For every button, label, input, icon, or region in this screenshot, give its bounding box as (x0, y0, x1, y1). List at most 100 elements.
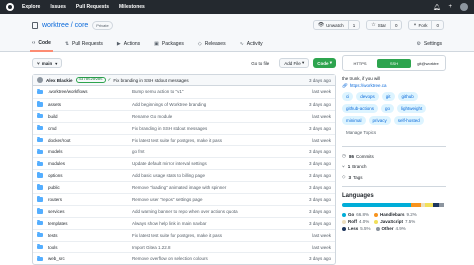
logo-icon[interactable] (6, 3, 14, 11)
nav-explore[interactable]: Explore (22, 4, 40, 10)
file-commit-message[interactable]: Rename Go module (132, 114, 291, 119)
file-name[interactable]: assets (48, 102, 132, 107)
branch-selector[interactable]: ⑂ main ▾ (32, 58, 63, 68)
branches-stat[interactable]: ⑂ 1 Branch (342, 164, 446, 169)
file-commit-message[interactable]: Fix latest test suite for postgres, make… (132, 138, 291, 143)
file-row[interactable]: .worktree/workflows Bump semu action to "… (33, 86, 335, 98)
add-file-button[interactable]: Add File ▾ (279, 58, 310, 68)
file-commit-message[interactable]: Remove user "repos" settings page (132, 197, 291, 202)
file-row[interactable]: web_src Remove overflow on selection colo… (33, 252, 335, 264)
language-item[interactable]: Other 4.9% (375, 225, 406, 232)
file-name[interactable]: build (48, 114, 132, 119)
tags-stat[interactable]: ◇ 3 Tags (342, 174, 446, 180)
file-name[interactable]: cmd (48, 126, 132, 131)
folder-icon (37, 208, 43, 214)
commit-author[interactable]: Alex Blackie (46, 78, 73, 83)
file-row[interactable]: build Rename Go module last week (33, 109, 335, 122)
file-commit-message[interactable]: Fix latest test suite for postgres, make… (132, 233, 291, 238)
tab-pull-requests[interactable]: ⇅ Pull Requests (63, 36, 105, 52)
language-item[interactable]: Handlebars 9.2% (374, 211, 417, 218)
topic-tag[interactable]: go (381, 104, 395, 113)
repo-description: the trunk, if you will (342, 76, 381, 81)
website-link[interactable]: 🔗︎ https://worktree.ca (342, 82, 446, 89)
file-row[interactable]: public Remove "loading" animated image wi… (33, 181, 335, 193)
topic-tag[interactable]: self-hosted (393, 116, 424, 125)
file-row[interactable]: modules Update default mirror interval se… (33, 157, 335, 169)
fork-button[interactable]: ⑂ Fork 0 (408, 20, 444, 30)
unwatch-button[interactable]: 👁︎ Unwatch 1 (312, 20, 361, 30)
plus-icon[interactable]: + (448, 4, 452, 10)
clone-tab-https[interactable]: HTTPS (343, 59, 377, 68)
topic-tag[interactable]: github-actions (342, 104, 379, 113)
code-button[interactable]: Code ▾ (313, 58, 336, 68)
file-row[interactable]: models go fmt 3 days ago (33, 145, 335, 157)
file-commit-message[interactable]: Add beginnings of Worktree branding (132, 102, 291, 107)
file-commit-message[interactable]: Update default mirror interval settings (132, 161, 291, 166)
pulse-icon: ∿ (239, 41, 244, 47)
topic-tag[interactable]: lightweight (397, 104, 427, 113)
commits-stat[interactable]: ◷ 86 Commits (342, 153, 446, 159)
nav-issues[interactable]: Issues (50, 4, 66, 10)
tab-code[interactable]: ‹› Code (30, 36, 53, 52)
nav-pull-requests[interactable]: Pull Requests (76, 4, 109, 10)
file-row[interactable]: docker/root Fix latest test suite for pos… (33, 133, 335, 146)
file-commit-message[interactable]: Add warning banner to repo when over act… (132, 209, 291, 214)
topic-tag[interactable]: ci (342, 92, 354, 101)
file-name[interactable]: web_src (48, 256, 132, 261)
file-commit-message[interactable]: Remove "loading" animated image with spi… (132, 185, 291, 190)
folder-icon (37, 136, 43, 143)
file-commit-message[interactable]: Bump semu action to "v1" (132, 89, 291, 94)
file-name[interactable]: tests (48, 233, 132, 238)
language-item[interactable]: Go 66.8% (342, 211, 369, 218)
nav-milestones[interactable]: Milestones (119, 4, 145, 10)
topic-tag[interactable]: github (397, 92, 418, 101)
file-name[interactable]: tools (48, 245, 132, 250)
repo-title[interactable]: worktree / core (42, 22, 88, 29)
file-row[interactable]: tools Import Gitea 1.22.8 last week (33, 240, 335, 253)
file-name[interactable]: routers (48, 197, 132, 202)
clone-url[interactable]: git@worktre (411, 59, 445, 68)
tab-activity[interactable]: ∿ Activity (238, 36, 265, 52)
commit-message[interactable]: Fix branding in SSH stdout messages (113, 78, 309, 83)
language-item[interactable]: Less 5.5% (342, 225, 371, 232)
topic-tag[interactable]: devops (356, 92, 379, 101)
file-row[interactable]: cmd Fix branding in SSH stdout messages 3 … (33, 121, 335, 134)
clone-tab-ssh[interactable]: SSH (377, 58, 411, 68)
tab-settings[interactable]: ⚙ Settings (414, 36, 444, 52)
file-name[interactable]: models (48, 149, 132, 154)
file-row[interactable]: services Add warning banner to repo when … (33, 204, 335, 217)
topic-tag[interactable]: git (381, 92, 395, 101)
bell-icon[interactable]: 🔔︎ (433, 4, 441, 11)
star-button[interactable]: ☆ Star 0 (366, 20, 403, 30)
tab-actions[interactable]: ▶ Actions (115, 36, 142, 52)
file-name[interactable]: .worktree/workflows (48, 89, 132, 94)
tab-packages[interactable]: ▣ Packages (152, 36, 186, 52)
language-item[interactable]: Roff 4.0% (342, 218, 369, 225)
file-row[interactable]: templates Always show help link in main n… (33, 216, 335, 229)
go-to-file-button[interactable]: Go to file (251, 61, 269, 66)
file-name[interactable]: public (48, 185, 132, 190)
star-icon: ☆ (371, 22, 376, 28)
language-item[interactable]: JavaScript 7.5% (374, 218, 415, 225)
file-row[interactable]: routers Remove user "repos" settings page… (33, 193, 335, 205)
file-name[interactable]: options (48, 173, 132, 178)
avatar[interactable] (460, 3, 468, 11)
tab-releases[interactable]: ◇ Releases (196, 36, 228, 52)
topic-tag[interactable]: privacy (368, 116, 391, 125)
file-commit-message[interactable]: Import Gitea 1.22.8 (132, 245, 291, 250)
file-commit-message[interactable]: Remove overflow on selection colours (132, 256, 291, 261)
file-commit-message[interactable]: Add basic usage stats to billing page (132, 173, 291, 178)
file-commit-message[interactable]: Fix branding in SSH stdout messages (132, 126, 291, 131)
file-name[interactable]: templates (48, 221, 132, 226)
file-row[interactable]: options Add basic usage stats to billing … (33, 169, 335, 181)
file-name[interactable]: services (48, 209, 132, 214)
file-row[interactable]: assets Add beginnings of Worktree brandin… (33, 97, 335, 110)
file-name[interactable]: docker/root (48, 138, 132, 143)
file-row[interactable]: tests Fix latest test suite for postgres,… (33, 228, 335, 241)
file-commit-message[interactable]: Always show help link in main navbar (132, 221, 291, 226)
file-commit-message[interactable]: go fmt (132, 149, 291, 154)
file-name[interactable]: modules (48, 161, 132, 166)
topic-tag[interactable]: minimal (342, 116, 366, 125)
commit-sha[interactable]: 4378528985 (75, 77, 106, 83)
manage-topics-link[interactable]: Manage Topics (342, 128, 381, 137)
